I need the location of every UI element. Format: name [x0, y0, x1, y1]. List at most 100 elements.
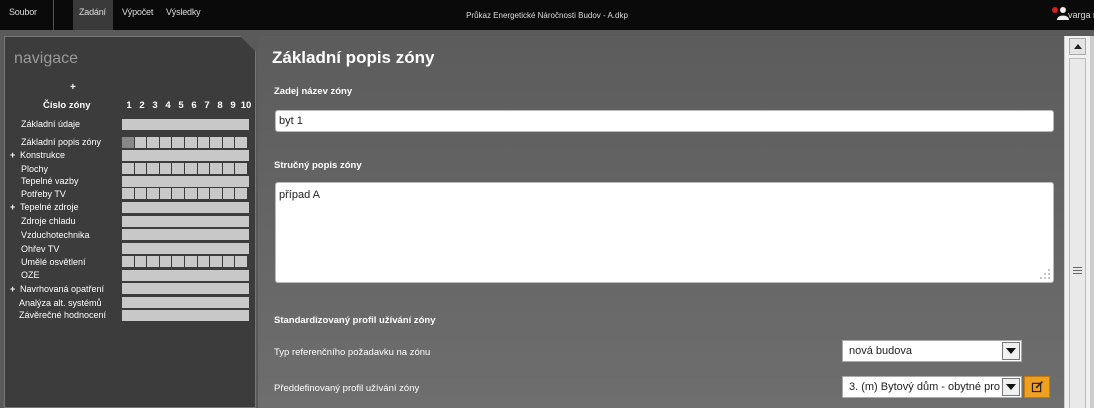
zone-cell[interactable] [210, 137, 222, 148]
zone-cell[interactable] [210, 163, 222, 174]
zone-cell[interactable] [159, 163, 172, 174]
zone-cell[interactable] [147, 137, 159, 148]
zone-cell[interactable] [210, 256, 222, 267]
zone-cell[interactable] [222, 163, 235, 174]
main-panel: Základní popis zóny Zadej název zóny byt… [258, 36, 1064, 408]
expand-all-icon[interactable]: + [70, 82, 76, 93]
zone-number-2[interactable]: 2 [136, 100, 148, 111]
zone-cell[interactable] [122, 163, 134, 174]
zone-cell[interactable] [235, 163, 247, 174]
zone-cell[interactable] [197, 137, 210, 148]
zone-name-input[interactable]: byt 1 [275, 110, 1054, 132]
zone-cell[interactable] [159, 137, 172, 148]
zone-cell[interactable] [184, 188, 197, 199]
sidebar-item-tepelne-zdroje[interactable]: Tepelné zdroje [20, 202, 79, 212]
zone-bar[interactable] [122, 297, 249, 308]
zone-bar[interactable] [122, 150, 249, 161]
sidebar-item-konstrukce[interactable]: Konstrukce [20, 150, 65, 160]
zone-cell[interactable] [235, 188, 247, 199]
sidebar-item-potreby-tv[interactable]: Potřeby TV [21, 189, 66, 199]
zone-cell[interactable] [147, 163, 159, 174]
zone-cell[interactable] [197, 188, 210, 199]
sidebar-item-navrhovana-opatreni[interactable]: Navrhovaná opatření [20, 284, 104, 294]
zone-cell[interactable] [147, 188, 159, 199]
sidebar-item-zdroje-chladu[interactable]: Zdroje chladu [21, 216, 76, 226]
zone-bar[interactable] [122, 283, 249, 294]
zone-bar[interactable] [122, 119, 249, 130]
zone-cell[interactable] [134, 256, 147, 267]
user-name[interactable]: varga m [1068, 10, 1094, 20]
sidebar-item-zaverecne-hodnoceni[interactable]: Závěrečné hodnocení [19, 310, 106, 320]
scroll-edge [1090, 36, 1094, 408]
zone-number-4[interactable]: 4 [162, 100, 174, 111]
zone-cell[interactable] [172, 163, 184, 174]
zone-bar[interactable] [122, 216, 249, 227]
short-desc-textarea[interactable]: případ A [275, 182, 1054, 283]
sidebar-item-analyza-alt-systemu[interactable]: Analýza alt. systémů [19, 298, 102, 308]
zone-number-8[interactable]: 8 [214, 100, 226, 111]
zone-bar[interactable] [122, 176, 249, 187]
zone-bar[interactable] [122, 229, 249, 240]
zone-cell[interactable] [222, 256, 235, 267]
page-title: Základní popis zóny [272, 48, 435, 67]
zone-cell[interactable] [184, 137, 197, 148]
zone-number-10[interactable]: 10 [238, 100, 254, 111]
zone-cell[interactable] [134, 163, 147, 174]
zone-cell[interactable] [222, 188, 235, 199]
chevron-down-icon[interactable] [1002, 342, 1020, 360]
chevron-down-icon[interactable] [1002, 378, 1020, 396]
sidebar-item-umele-osvetleni[interactable]: Umělé osvětlení [21, 257, 86, 267]
zone-number-6[interactable]: 6 [188, 100, 200, 111]
expand-tepelne-zdroje-icon[interactable]: + [10, 202, 15, 212]
ref-req-select[interactable]: nová budova [842, 340, 1022, 362]
sidebar-item-zakladni-popis-zony[interactable]: Základní popis zóny [21, 137, 101, 147]
zone-bar[interactable] [122, 310, 249, 321]
zone-cell[interactable] [122, 188, 134, 199]
zone-cells[interactable] [122, 137, 247, 148]
expand-konstrukce-icon[interactable]: + [10, 150, 15, 160]
zone-cell[interactable] [159, 256, 172, 267]
sidebar-item-zakladni-udaje[interactable]: Základní údaje [21, 119, 80, 129]
zone-cells[interactable] [122, 256, 247, 267]
zone-cell[interactable] [235, 137, 247, 148]
sidebar-item-oze[interactable]: OZE [21, 270, 40, 280]
zone-number-1[interactable]: 1 [123, 100, 135, 111]
zone-cells[interactable] [122, 188, 247, 199]
zone-cell[interactable] [172, 137, 184, 148]
scroll-up-icon[interactable] [1069, 38, 1086, 55]
zone-cell[interactable] [134, 137, 147, 148]
sidebar-item-plochy[interactable]: Plochy [21, 164, 48, 174]
profile-section-label: Standardizovaný profil užívání zóny [274, 315, 436, 326]
zone-bar[interactable] [122, 243, 249, 254]
zone-cell[interactable] [134, 188, 147, 199]
zone-cell[interactable] [222, 137, 235, 148]
zone-cell[interactable] [197, 256, 210, 267]
zone-bar[interactable] [122, 270, 249, 281]
zone-cell[interactable] [210, 188, 222, 199]
sidebar-item-vzduchotechnika[interactable]: Vzduchotechnika [21, 230, 90, 240]
zone-number-5[interactable]: 5 [175, 100, 187, 111]
zone-cell[interactable] [172, 256, 184, 267]
vertical-scrollbar[interactable] [1064, 36, 1094, 408]
zone-cell[interactable] [197, 163, 210, 174]
zone-cell[interactable] [235, 256, 247, 267]
sidebar-item-ohrev-tv[interactable]: Ohřev TV [21, 244, 59, 254]
zone-cell[interactable] [122, 137, 134, 148]
zone-bar[interactable] [122, 202, 249, 213]
zone-cell[interactable] [184, 163, 197, 174]
zone-number-7[interactable]: 7 [201, 100, 213, 111]
predef-profile-select[interactable]: 3. (m) Bytový dům - obytné pro [842, 376, 1022, 398]
edit-profile-button[interactable] [1024, 376, 1050, 398]
zone-cell[interactable] [122, 256, 134, 267]
zone-cell[interactable] [172, 188, 184, 199]
edit-icon [1031, 380, 1044, 393]
zone-cell[interactable] [147, 256, 159, 267]
expand-navrhovana-opatreni-icon[interactable]: + [10, 284, 15, 294]
scroll-thumb[interactable] [1069, 58, 1086, 408]
sidebar-item-tepelne-vazby[interactable]: Tepelné vazby [21, 176, 79, 186]
zone-cell[interactable] [159, 188, 172, 199]
zone-number-3[interactable]: 3 [149, 100, 161, 111]
zone-cells[interactable] [122, 163, 247, 174]
zone-cell[interactable] [184, 256, 197, 267]
resize-grip-icon[interactable] [1040, 269, 1050, 279]
